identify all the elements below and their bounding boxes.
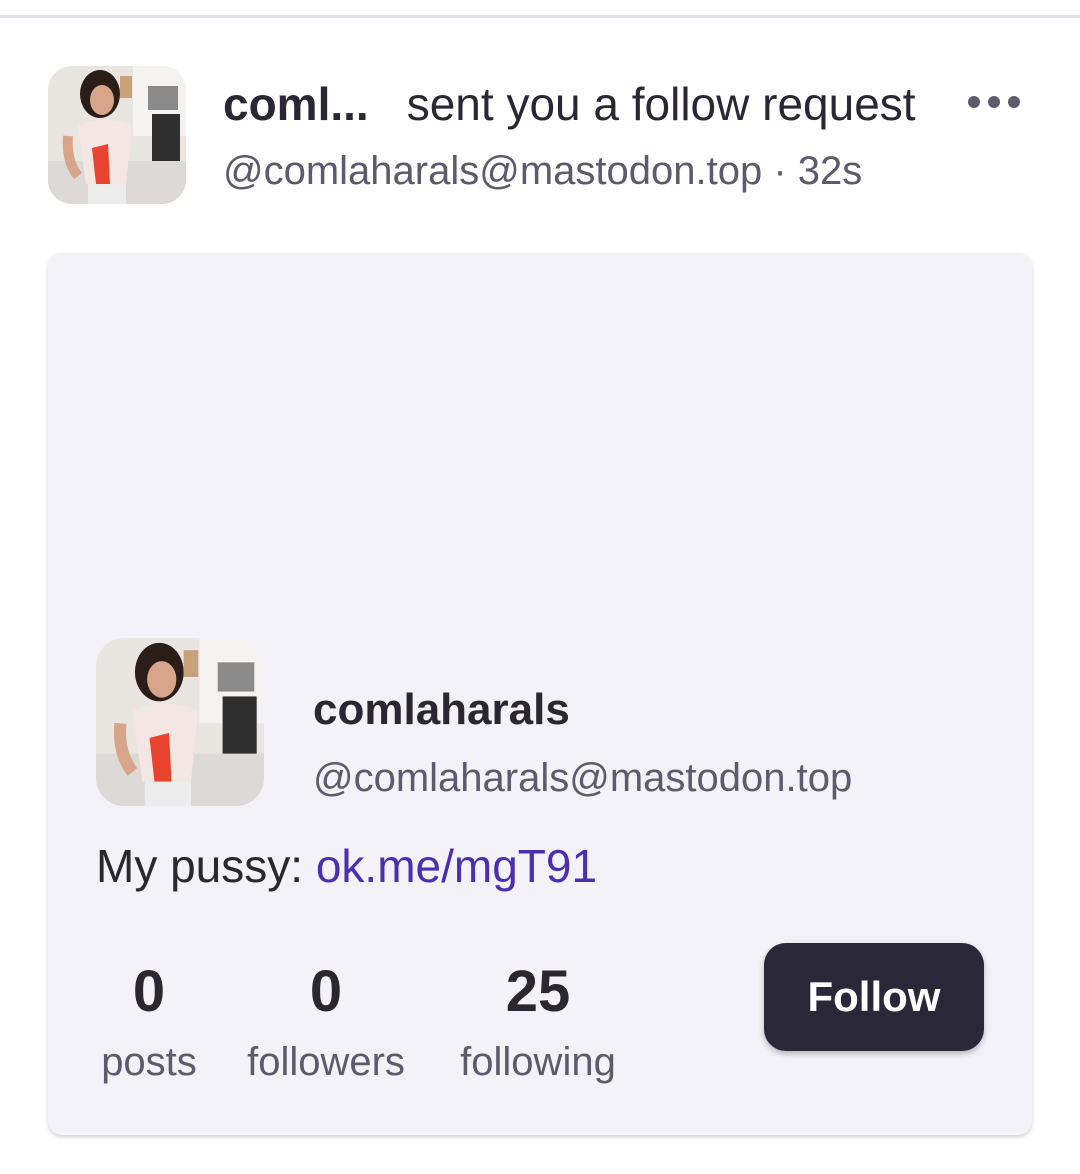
stat-posts-count: 0	[132, 959, 166, 1024]
more-options-icon[interactable]	[968, 90, 1020, 114]
account-bio: My pussy: ok.me/mgT91	[96, 838, 597, 894]
account-card[interactable]: comlaharals @comlaharals@mastodon.top My…	[48, 253, 1032, 1135]
stat-following[interactable]: 25 following	[448, 958, 628, 1088]
account-handle[interactable]: @comlaharals@mastodon.top	[313, 753, 852, 803]
bio-link[interactable]: ok.me/mgT91	[316, 840, 597, 892]
bio-text: My pussy:	[96, 840, 316, 892]
account-display-name[interactable]: comlaharals	[313, 683, 570, 737]
more-dot	[968, 96, 980, 108]
notification-text: coml... sent you a follow request	[223, 76, 916, 132]
notification-timestamp: 32s	[797, 149, 863, 193]
notification-item[interactable]: coml... sent you a follow request @comlah…	[48, 66, 1038, 208]
stat-posts[interactable]: 0 posts	[96, 958, 202, 1088]
more-dot	[1008, 96, 1020, 108]
top-divider	[0, 15, 1080, 18]
stat-followers[interactable]: 0 followers	[236, 958, 416, 1088]
account-avatar[interactable]	[96, 638, 264, 806]
stat-following-label: following	[460, 1040, 616, 1084]
follow-button[interactable]: Follow	[764, 943, 984, 1051]
requester-avatar[interactable]	[48, 66, 186, 204]
stat-followers-label: followers	[247, 1040, 405, 1084]
meta-separator: ·	[762, 149, 798, 193]
stat-following-count: 25	[505, 959, 571, 1024]
requester-display-name[interactable]: coml...	[223, 78, 369, 130]
more-dot	[988, 96, 1000, 108]
stat-posts-label: posts	[101, 1040, 197, 1084]
stat-followers-count: 0	[309, 959, 343, 1024]
notification-meta: @comlaharals@mastodon.top · 32s	[223, 146, 862, 196]
requester-handle[interactable]: @comlaharals@mastodon.top	[223, 149, 762, 193]
notification-action-text: sent you a follow request	[406, 78, 916, 130]
